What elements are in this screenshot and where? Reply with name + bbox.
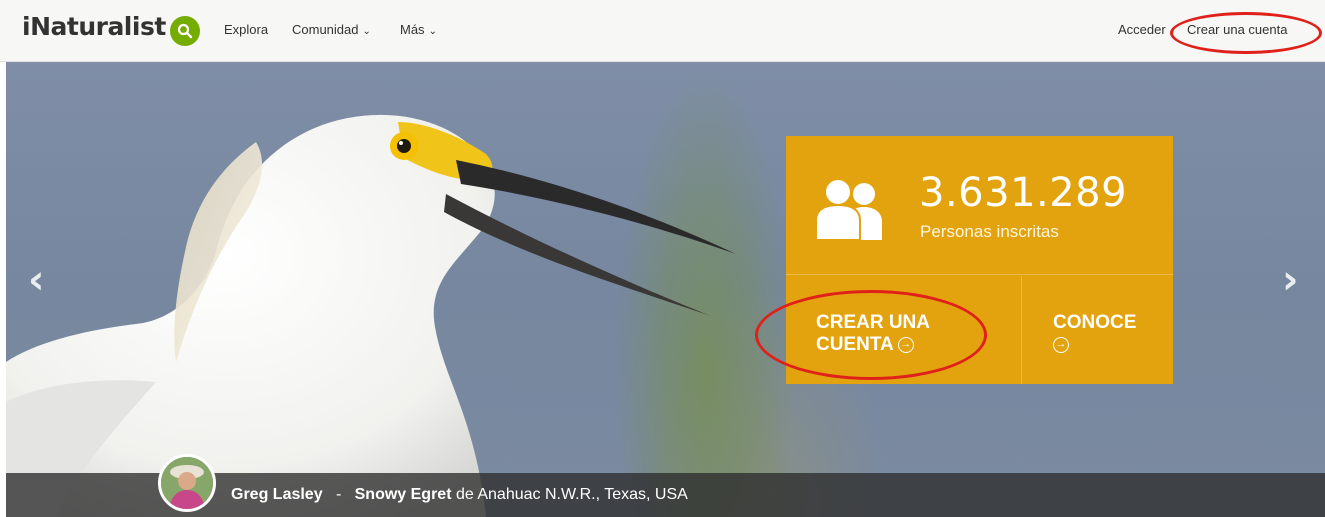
nav-explore-label: Explora xyxy=(224,22,269,37)
create-account-line2: CUENTA xyxy=(816,334,894,355)
inaturalist-logo[interactable]: iNaturalist xyxy=(22,12,166,41)
observation-location: Anahuac N.W.R., Texas, USA xyxy=(477,486,688,503)
member-stats: 3.631.289 Personas inscritas xyxy=(786,136,1173,275)
chevron-down-icon: ⌄ xyxy=(362,26,371,37)
login-link[interactable]: Acceder xyxy=(1118,22,1166,37)
photographer-avatar[interactable] xyxy=(158,454,216,512)
avatar-image xyxy=(161,457,213,509)
member-count-label: Personas inscritas xyxy=(920,222,1059,241)
member-count: 3.631.289 xyxy=(919,170,1128,216)
photographer-name[interactable]: Greg Lasley xyxy=(231,486,323,503)
caption-separator: - xyxy=(335,486,342,503)
nav-more-label: Más xyxy=(400,22,425,37)
learn-more-button[interactable]: CONOCE → xyxy=(1023,276,1173,384)
carousel-prev-button[interactable]: ‹ xyxy=(28,257,44,303)
nav-community-label: Comunidad xyxy=(292,22,359,37)
location-prefix: de xyxy=(455,486,474,503)
photo-credit: Greg Lasley - Snowy Egret de Anahuac N.W… xyxy=(231,486,688,504)
search-button[interactable] xyxy=(170,16,200,46)
top-navbar: iNaturalist Explora Comunidad ⌄ Más ⌄ Acce… xyxy=(0,0,1325,62)
chevron-right-icon: › xyxy=(1282,257,1299,303)
signup-link[interactable]: Crear una cuenta xyxy=(1187,22,1287,37)
arrow-circle-right-icon: → xyxy=(1053,336,1069,353)
species-name[interactable]: Snowy Egret xyxy=(355,486,452,503)
nav-more-menu[interactable]: Más ⌄ xyxy=(400,22,437,37)
create-account-button[interactable]: CREAR UNA CUENTA → xyxy=(786,276,1022,384)
search-icon xyxy=(177,23,193,39)
people-icon xyxy=(816,178,882,240)
signup-stats-card: 3.631.289 Personas inscritas CREAR UNA C… xyxy=(786,136,1173,384)
nav-explore-link[interactable]: Explora xyxy=(224,22,268,37)
chevron-down-icon: ⌄ xyxy=(428,26,437,37)
create-account-line1: CREAR UNA xyxy=(816,312,930,333)
carousel-next-button[interactable]: › xyxy=(1282,257,1298,303)
nav-community-menu[interactable]: Comunidad ⌄ xyxy=(292,22,371,37)
learn-more-label: CONOCE xyxy=(1053,312,1137,333)
arrow-circle-right-icon: → xyxy=(897,336,914,353)
chevron-left-icon: ‹ xyxy=(28,257,45,303)
hero-banner: ‹ › 3.631.289 Personas inscritas CREAR U… xyxy=(6,62,1325,517)
